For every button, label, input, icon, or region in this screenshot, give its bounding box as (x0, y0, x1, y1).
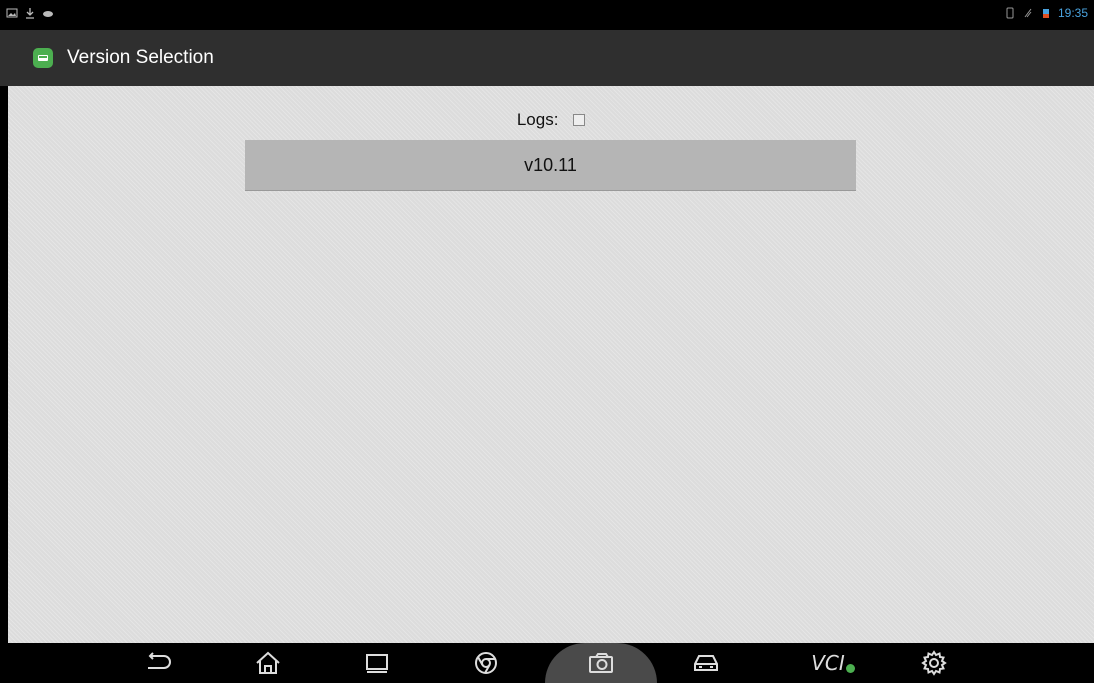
status-left-icons (6, 7, 54, 19)
car-app-icon (33, 48, 53, 68)
vci-icon: VCI (811, 651, 845, 675)
sim-icon (1006, 7, 1014, 19)
recents-button[interactable] (352, 643, 402, 683)
signal-icon (1024, 8, 1032, 18)
car-icon (694, 655, 718, 671)
settings-button[interactable] (909, 643, 959, 683)
vci-status-dot (845, 663, 855, 673)
logs-label: Logs: (516, 109, 559, 129)
back-button[interactable] (133, 643, 183, 683)
home-icon (256, 651, 280, 674)
navigation-bar: VCI (0, 643, 1094, 683)
logs-row: Logs: (8, 108, 1094, 130)
chrome-icon (475, 652, 497, 674)
vci-button[interactable]: VCI (803, 643, 863, 683)
gamepad-icon (43, 11, 53, 17)
settings-icon (921, 650, 947, 676)
status-time: 19:35 (1057, 6, 1088, 20)
home-button[interactable] (243, 643, 293, 683)
recents-icon (366, 654, 388, 673)
camera-button[interactable] (576, 643, 626, 683)
battery-icon (1042, 9, 1049, 18)
camera-icon (589, 653, 613, 673)
version-list-item[interactable]: v10.11 (245, 140, 856, 191)
page-title: Version Selection (67, 47, 214, 68)
status-bar: 19:35 (0, 0, 1094, 30)
image-icon (6, 8, 18, 18)
action-bar: Version Selection (0, 30, 1094, 86)
chrome-button[interactable] (461, 643, 511, 683)
version-label: v10.11 (524, 154, 577, 175)
download-icon (26, 8, 34, 19)
back-icon (148, 652, 171, 669)
status-right-icons: 19:35 (1004, 6, 1088, 20)
main-content: Logs: v10.11 (8, 86, 1094, 643)
logs-checkbox[interactable] (573, 113, 586, 126)
car-button[interactable] (681, 643, 731, 683)
